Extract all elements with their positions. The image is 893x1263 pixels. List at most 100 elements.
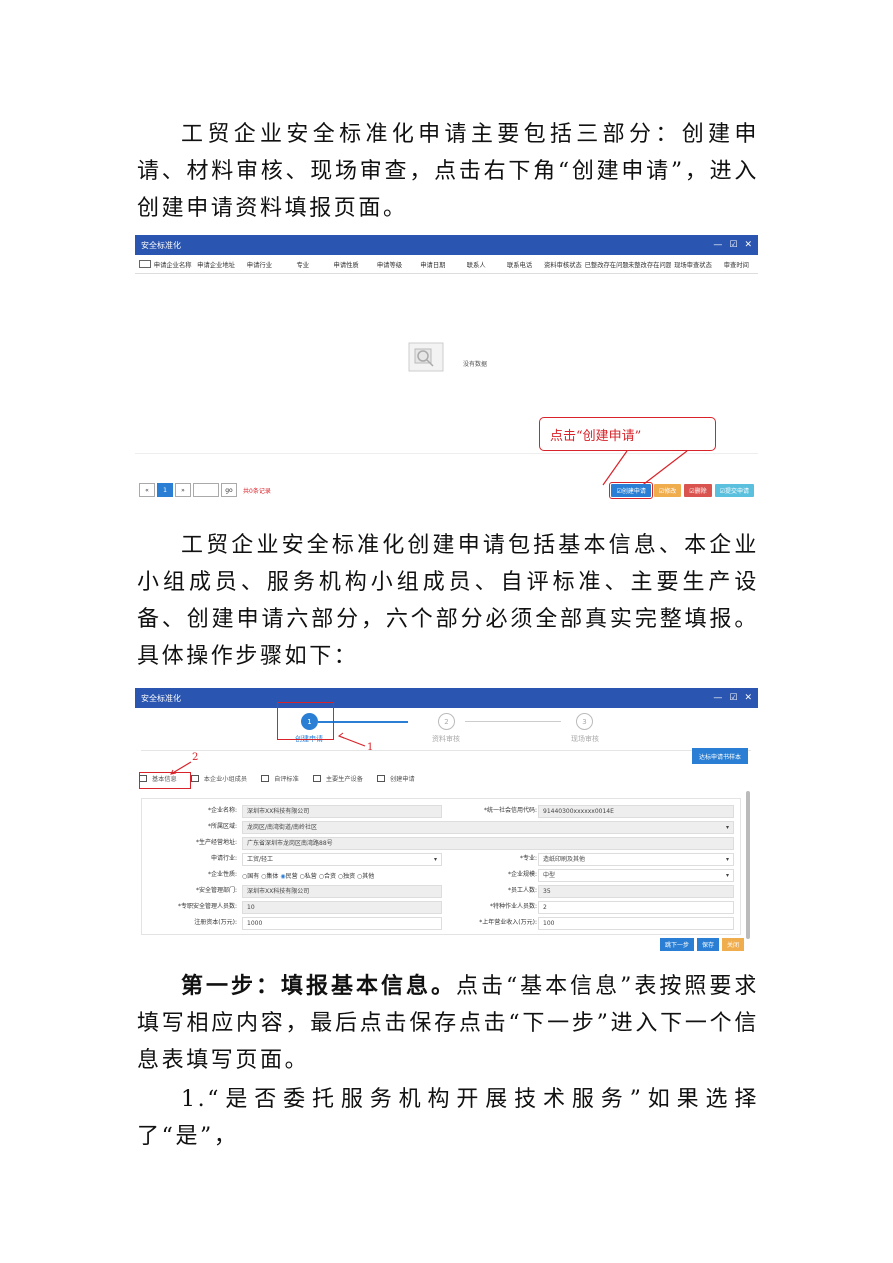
minimize-icon[interactable]: —: [713, 240, 722, 250]
save-button[interactable]: 保存: [696, 938, 719, 951]
highlight-step-1: [277, 702, 334, 740]
company-name-label: *企业名称:: [207, 807, 237, 814]
paragraph-sections: 工贸企业安全标准化创建申请包括基本信息、本企业小组成员、服务机构小组成员、自评标…: [137, 533, 759, 669]
marker-1: 1: [367, 742, 374, 753]
step-3-circle: 3: [576, 713, 593, 730]
monitor-icon: [312, 775, 321, 782]
empty-message: 没有数据: [463, 361, 488, 368]
tab-label: 创建申请: [389, 776, 415, 783]
screenshot-create-form: 安全标准化 — ☑ ✕ 1 创建申请 2 资料审核 3 现场审核 1 2 达标申…: [135, 688, 758, 954]
page-jump-input[interactable]: [193, 483, 219, 497]
column-header: 专业: [296, 261, 310, 269]
submit-application-button[interactable]: ☑提交申请: [714, 483, 754, 497]
nature-label: *企业性质:: [207, 871, 237, 878]
column-header: 申请企业名称: [153, 261, 192, 269]
maximize-icon[interactable]: ☑: [729, 693, 737, 703]
radio-option[interactable]: 独资: [343, 873, 355, 880]
staff-field[interactable]: 35: [538, 885, 734, 898]
dropdown-icon: ▾: [725, 824, 729, 831]
next-page-button[interactable]: »: [175, 483, 191, 497]
address-field[interactable]: 广东省深圳市龙岗区南湾路88号: [242, 837, 734, 850]
column-header: 联系人: [466, 261, 486, 269]
radio-option[interactable]: 集体: [266, 873, 278, 880]
edit-button[interactable]: ☑修改: [653, 483, 682, 497]
delete-button[interactable]: ☑删除: [684, 483, 712, 497]
region-select[interactable]: 龙岗区/南湾街道/南岭社区 ▾: [242, 821, 734, 834]
create-application-button[interactable]: ☑创建申请: [609, 481, 653, 499]
minimize-icon[interactable]: —: [713, 693, 722, 703]
revenue-field[interactable]: 100: [538, 917, 734, 930]
safety-staff-label: *专职安全管理人员数:: [177, 903, 237, 910]
capital-label: 注册资本(万元):: [194, 919, 237, 926]
column-header: 资料审核状态: [544, 261, 582, 269]
go-button[interactable]: go: [221, 483, 237, 497]
tab-equipment[interactable]: 主要生产设备: [312, 774, 363, 783]
tab-label: 本企业小组成员: [203, 776, 248, 783]
select-all-checkbox[interactable]: [139, 260, 151, 268]
radio-option[interactable]: 私营: [305, 873, 317, 880]
form-scrollbar[interactable]: [746, 791, 750, 939]
paragraph-step-one: 第一步：填报基本信息。点击“基本信息”表按照要求填写相应内容，最后点击保存点击“…: [137, 968, 759, 1079]
credit-code-label: *统一社会信用代码:: [483, 807, 537, 814]
special-staff-field[interactable]: 2: [538, 901, 734, 914]
step-2-circle: 2: [438, 713, 455, 730]
window-titlebar: 安全标准化 — ☑ ✕: [135, 235, 758, 255]
revenue-label: *上年营业收入(万元):: [479, 919, 537, 926]
dropdown-icon: ▾: [433, 856, 437, 863]
close-icon[interactable]: ✕: [744, 693, 752, 703]
tab-company-members[interactable]: 本企业小组成员: [190, 774, 248, 783]
nature-radio-group[interactable]: ○国有 ○集体 ◉民营 ○私营 ○合资 ○独资 ○其他: [242, 871, 374, 880]
capital-field[interactable]: 1000: [242, 917, 442, 930]
specialty-label: *专业:: [519, 855, 537, 862]
form-tabs: 基本信息 本企业小组成员 自评标准 主要生产设备 创建申请: [139, 774, 429, 783]
total-records: 共0条记录: [243, 487, 271, 495]
scale-value: 中型: [543, 872, 556, 879]
company-name-field[interactable]: 深圳市XX科技有限公司: [242, 805, 442, 818]
radio-option[interactable]: 其他: [362, 873, 374, 880]
no-data-icon: [408, 342, 444, 372]
column-header: 申请性质: [333, 261, 359, 269]
step-2-label: 资料审核: [432, 735, 460, 743]
column-header: 未整改存在问题: [627, 261, 672, 269]
close-button[interactable]: 关闭: [721, 938, 744, 951]
window-titlebar: 安全标准化 — ☑ ✕: [135, 688, 758, 708]
prev-page-button[interactable]: «: [139, 483, 155, 497]
tab-label: 自评标准: [274, 776, 299, 783]
safety-staff-field[interactable]: 10: [242, 901, 442, 914]
scale-select[interactable]: 中型 ▾: [538, 869, 734, 882]
marker-2: 2: [192, 752, 199, 763]
specialty-select[interactable]: 造纸印刷及其他 ▾: [538, 853, 734, 866]
maximize-icon[interactable]: ☑: [729, 240, 737, 250]
dept-field[interactable]: 深圳市XX科技有限公司: [242, 885, 442, 898]
address-label: *生产经营地址:: [195, 839, 237, 846]
form-actions: 跳下一步 保存 关闭: [659, 938, 744, 951]
page-number-button[interactable]: 1: [157, 483, 173, 497]
column-header: 现场审查状态: [674, 261, 712, 269]
column-header: 申请等级: [376, 261, 403, 269]
radio-option[interactable]: 国有: [247, 873, 259, 880]
monitor-icon: [261, 775, 270, 782]
tab-self-evaluation[interactable]: 自评标准: [261, 774, 299, 783]
sample-application-button[interactable]: 达标申请书样本: [692, 748, 748, 764]
pagination-bar: « 1 » go 共0条记录 ☑创建申请 ☑修改 ☑删除 ☑提交申请: [135, 481, 758, 499]
credit-code-field[interactable]: 91440300xxxxxx0014E: [538, 805, 734, 818]
window-title: 安全标准化: [141, 693, 181, 703]
tab-basic-info[interactable]: 基本信息: [139, 774, 177, 783]
industry-label: 申请行业:: [210, 855, 237, 862]
monitor-icon: [190, 775, 199, 782]
column-header: 申请企业地址: [197, 261, 235, 269]
scale-label: *企业规模:: [507, 871, 537, 878]
tab-label: 基本信息: [152, 776, 177, 783]
step-one-heading: 第一步：填报基本信息。: [181, 973, 456, 999]
industry-select[interactable]: 工贸/轻工 ▾: [242, 853, 442, 866]
specialty-value: 造纸印刷及其他: [543, 856, 586, 863]
monitor-icon: [376, 775, 385, 782]
radio-option[interactable]: 合资: [324, 873, 336, 880]
close-icon[interactable]: ✕: [744, 240, 752, 250]
paragraph-item-1: 1.“是否委托服务机构开展技术服务”如果选择了“是”，: [137, 1087, 759, 1149]
tab-create-application[interactable]: 创建申请: [376, 774, 415, 783]
dept-label: *安全管理部门:: [195, 887, 237, 894]
radio-option-selected[interactable]: 民营: [286, 873, 298, 880]
dropdown-icon: ▾: [725, 856, 729, 863]
next-step-button[interactable]: 跳下一步: [659, 938, 694, 951]
